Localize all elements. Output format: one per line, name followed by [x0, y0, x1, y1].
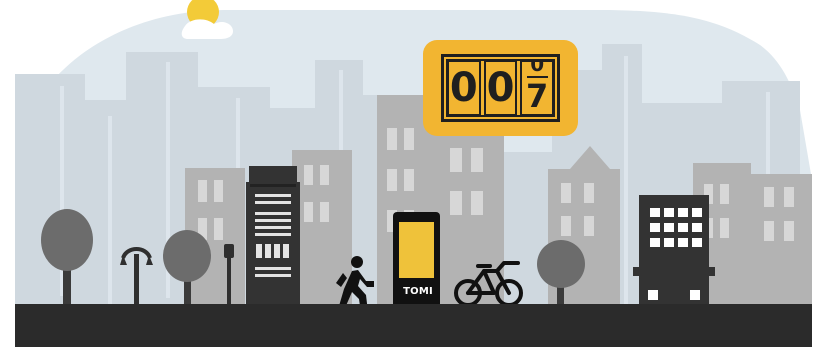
counter-digit-3: 0 7 — [520, 60, 555, 116]
counter-digit-1: 0 — [447, 60, 481, 116]
small-building-right — [633, 195, 715, 304]
counter-digit-2: 0 — [483, 60, 518, 116]
counter-frame: 0 0 0 7 — [441, 54, 560, 122]
road — [15, 304, 812, 347]
kiosk-label: TOMI — [403, 286, 433, 297]
office-tower — [246, 166, 300, 304]
counter-digit-3-bottom: 7 — [526, 77, 549, 115]
counter-digit-3-top: 0 — [530, 60, 545, 76]
counter-badge: 0 0 0 7 — [423, 40, 578, 136]
city-scene: 0 0 0 7 TOMI — [0, 0, 827, 347]
